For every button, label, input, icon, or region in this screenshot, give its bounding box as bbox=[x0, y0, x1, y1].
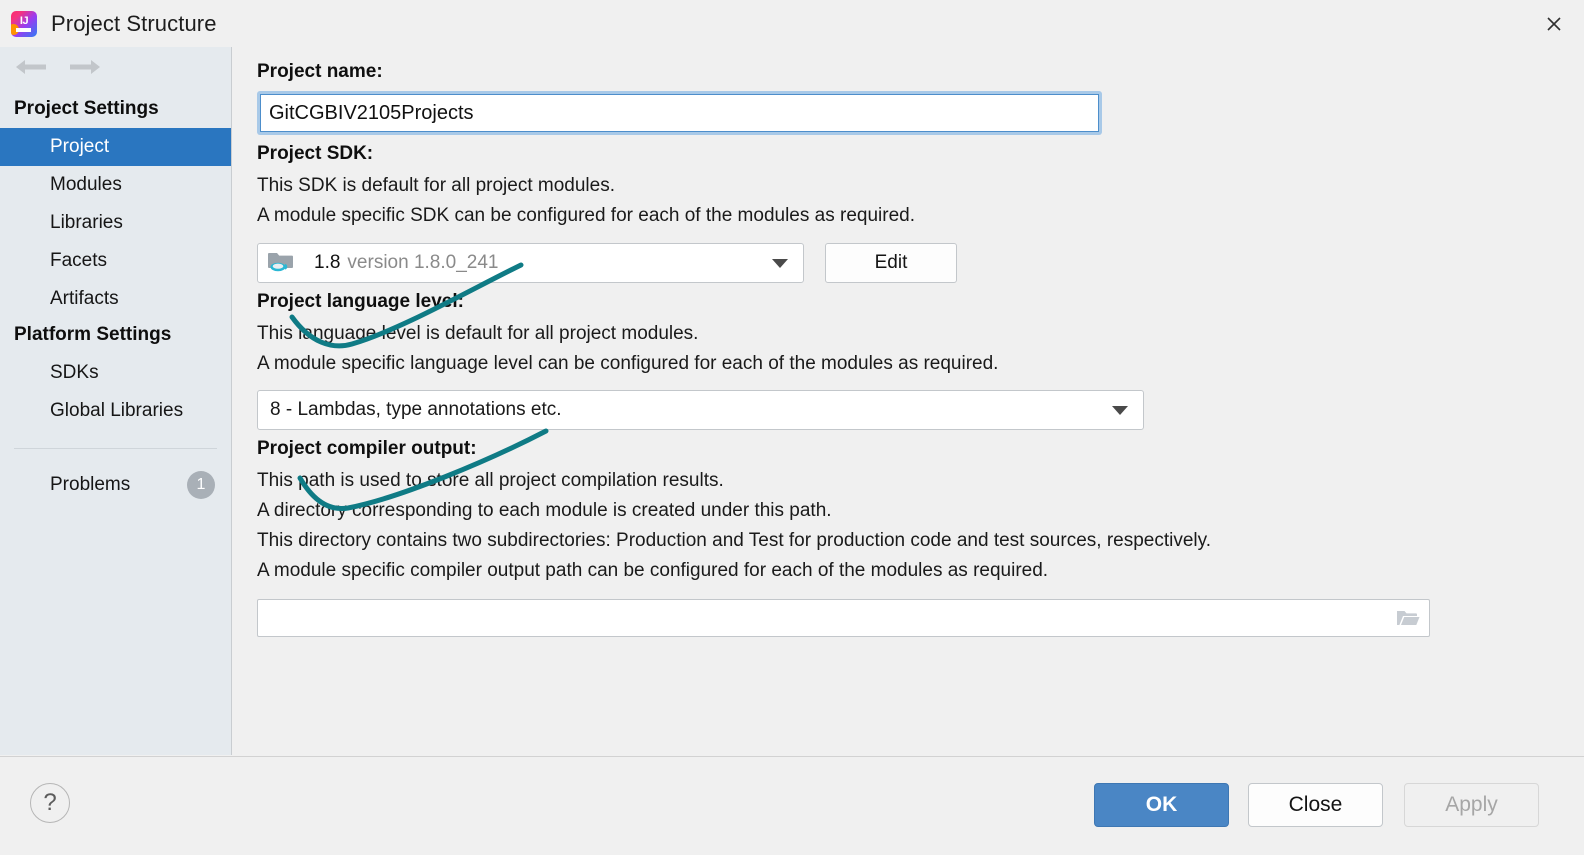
compiler-output-input[interactable] bbox=[258, 600, 1387, 636]
java-sdk-folder-icon bbox=[268, 250, 294, 277]
sidebar-item-label: Project bbox=[50, 136, 110, 157]
help-button[interactable]: ? bbox=[30, 783, 70, 823]
sidebar: Project Settings Project Modules Librari… bbox=[0, 47, 232, 755]
navigation-arrows bbox=[0, 47, 231, 92]
close-icon[interactable] bbox=[1524, 0, 1584, 47]
project-sdk-value: 1.8 version 1.8.0_241 bbox=[302, 252, 757, 274]
problems-count-badge: 1 bbox=[187, 471, 215, 499]
language-level-combobox[interactable]: 8 - Lambdas, type annotations etc. bbox=[257, 390, 1144, 430]
dialog-footer: ? OK Close Apply bbox=[0, 756, 1584, 855]
language-level-heading: Project language level: bbox=[257, 291, 464, 312]
sidebar-item-facets[interactable]: Facets bbox=[0, 242, 231, 280]
compiler-output-description-3: This directory contains two subdirectori… bbox=[257, 530, 1211, 551]
arrow-right-icon[interactable] bbox=[68, 57, 102, 82]
sidebar-item-label: Artifacts bbox=[50, 288, 119, 309]
project-sdk-row: 1.8 version 1.8.0_241 Edit bbox=[257, 243, 1584, 283]
apply-button[interactable]: Apply bbox=[1404, 783, 1539, 827]
sidebar-item-modules[interactable]: Modules bbox=[0, 166, 231, 204]
project-sdk-detail: version 1.8.0_241 bbox=[347, 252, 499, 273]
sidebar-group-project-settings: Project Settings bbox=[14, 98, 159, 119]
sidebar-item-label: Libraries bbox=[50, 212, 123, 233]
ok-button[interactable]: OK bbox=[1094, 783, 1229, 827]
arrow-left-icon[interactable] bbox=[14, 57, 48, 82]
project-sdk-combobox[interactable]: 1.8 version 1.8.0_241 bbox=[257, 243, 804, 283]
project-sdk-heading: Project SDK: bbox=[257, 143, 374, 164]
language-level-description-1: This language level is default for all p… bbox=[257, 323, 699, 344]
sidebar-item-label: Modules bbox=[50, 174, 122, 195]
chevron-down-icon[interactable] bbox=[1097, 405, 1143, 415]
folder-open-icon[interactable] bbox=[1387, 608, 1429, 628]
sidebar-divider bbox=[14, 448, 217, 449]
compiler-output-description-1: This path is used to store all project c… bbox=[257, 470, 724, 491]
language-level-description-2: A module specific language level can be … bbox=[257, 353, 999, 374]
intellij-idea-icon: IJ bbox=[11, 10, 37, 37]
sidebar-item-sdks[interactable]: SDKs bbox=[0, 354, 231, 392]
close-button[interactable]: Close bbox=[1248, 783, 1383, 827]
sidebar-item-label: Global Libraries bbox=[50, 400, 184, 421]
title-bar: IJ Project Structure bbox=[0, 0, 1584, 47]
compiler-output-description-4: A module specific compiler output path c… bbox=[257, 560, 1049, 581]
sidebar-item-libraries[interactable]: Libraries bbox=[0, 204, 231, 242]
sidebar-group-platform-settings: Platform Settings bbox=[14, 324, 172, 345]
compiler-output-field bbox=[257, 599, 1430, 637]
sidebar-item-label: Facets bbox=[50, 250, 108, 271]
window-title: Project Structure bbox=[51, 10, 217, 36]
project-sdk-description-2: A module specific SDK can be configured … bbox=[257, 205, 915, 226]
project-name-input[interactable] bbox=[260, 94, 1099, 132]
chevron-down-icon[interactable] bbox=[757, 258, 803, 268]
sidebar-item-global-libraries[interactable]: Global Libraries bbox=[0, 392, 231, 430]
project-sdk-name: 1.8 bbox=[314, 252, 341, 273]
sidebar-item-label: Problems bbox=[50, 474, 131, 495]
sdk-edit-button[interactable]: Edit bbox=[825, 243, 957, 283]
project-sdk-description-1: This SDK is default for all project modu… bbox=[257, 175, 615, 196]
project-name-heading: Project name: bbox=[257, 61, 383, 82]
sidebar-item-problems[interactable]: Problems 1 bbox=[0, 463, 231, 507]
language-level-value: 8 - Lambdas, type annotations etc. bbox=[270, 399, 562, 420]
sidebar-item-artifacts[interactable]: Artifacts bbox=[0, 280, 231, 318]
main-content: Project name: Project SDK: This SDK is d… bbox=[233, 47, 1584, 755]
compiler-output-description-2: A directory corresponding to each module… bbox=[257, 500, 832, 521]
compiler-output-heading: Project compiler output: bbox=[257, 438, 477, 459]
project-name-field-focus-ring bbox=[257, 91, 1102, 135]
sidebar-item-label: SDKs bbox=[50, 362, 99, 383]
sidebar-item-project[interactable]: Project bbox=[0, 128, 231, 166]
